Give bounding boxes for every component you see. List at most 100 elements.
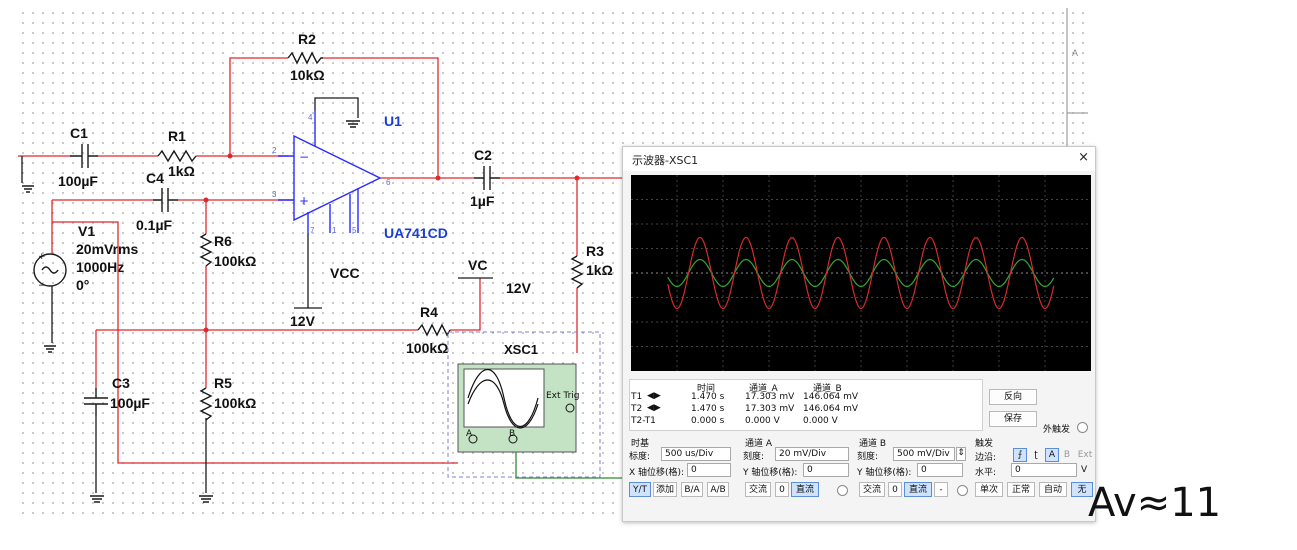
channel-a-dc-button[interactable]: 直流 xyxy=(791,482,819,497)
scope-grid xyxy=(631,175,1091,371)
resistor-r1[interactable] xyxy=(157,149,197,163)
arrows-icon[interactable]: ◀▶ xyxy=(647,403,661,413)
xsc1-ext-trig-label: Ext Trig xyxy=(546,391,580,401)
capacitor-c3[interactable] xyxy=(84,388,108,416)
vcc-name: VCC xyxy=(330,265,360,281)
pin-6: 6 xyxy=(386,178,391,187)
opamp-u1[interactable]: − + xyxy=(278,110,382,233)
trigger-level-input[interactable]: 0 xyxy=(1011,463,1077,477)
c3-name: C3 xyxy=(112,375,130,391)
channel-a-scale-input[interactable]: 20 mV/Div xyxy=(775,447,849,461)
trigger-source-a[interactable]: A xyxy=(1045,448,1059,462)
scope-screen[interactable] xyxy=(631,175,1091,371)
timebase-title: 时基 xyxy=(631,439,650,449)
oscilloscope-window[interactable]: 示波器-XSC1 × 时间 通道_A 通道_B T1 ◀▶ 1.470 s 17… xyxy=(622,146,1096,522)
mode-ab-button[interactable]: A/B xyxy=(707,482,729,497)
timebase-scale-input[interactable]: 500 us/Div xyxy=(661,447,731,461)
resistor-r5[interactable] xyxy=(199,387,213,421)
channel-a-title: 通道 A xyxy=(745,439,773,449)
readout-t2-label: T2 xyxy=(631,404,643,414)
rising-edge-icon[interactable]: ⨍ xyxy=(1013,448,1027,462)
c4-name: C4 xyxy=(146,170,164,186)
pin-4: 4 xyxy=(308,113,313,122)
mode-yt-button[interactable]: Y/T xyxy=(629,482,651,497)
capacitor-c1[interactable] xyxy=(70,144,98,168)
channel-b-scale-label: 刻度: xyxy=(857,452,879,462)
vc-value: 12V xyxy=(506,280,532,296)
r3-value: 1kΩ xyxy=(586,262,613,278)
resistor-r2[interactable] xyxy=(287,51,323,65)
reverse-button[interactable]: 反向 xyxy=(989,389,1037,405)
channel-b-ypos-input[interactable]: 0 xyxy=(917,463,963,477)
c3-value: 100µF xyxy=(110,395,150,411)
xsc1-instrument[interactable] xyxy=(457,363,577,453)
channel-a-zero-button[interactable]: 0 xyxy=(775,482,789,497)
trigger-normal-button[interactable]: 正常 xyxy=(1007,482,1035,497)
channel-b-minus-button[interactable]: - xyxy=(934,482,948,497)
r2-name: R2 xyxy=(298,31,316,47)
channel-b-ypos-label: Y 轴位移(格): xyxy=(857,468,912,478)
readout-t1-a: 17.303 mV xyxy=(745,392,795,402)
arrows-icon[interactable]: ◀▶ xyxy=(647,391,661,401)
xsc1-ch-b-label: B xyxy=(509,429,515,439)
r6-value: 100kΩ xyxy=(214,253,256,269)
r4-value: 100kΩ xyxy=(406,340,448,356)
trigger-single-button[interactable]: 单次 xyxy=(975,482,1003,497)
capacitor-c2[interactable] xyxy=(474,166,500,190)
trigger-auto-button[interactable]: 自动 xyxy=(1039,482,1067,497)
ext-trigger-label: 外触发 xyxy=(1043,425,1071,435)
readout-t2-time: 1.470 s xyxy=(691,404,725,414)
channel-b-radio[interactable] xyxy=(957,485,968,496)
channel-b-dc-button[interactable]: 直流 xyxy=(904,482,932,497)
readout-delta-time: 0.000 s xyxy=(691,416,725,426)
channel-a-trace xyxy=(667,258,1055,288)
channel-b-zero-button[interactable]: 0 xyxy=(888,482,902,497)
trigger-source-ext[interactable]: Ext xyxy=(1075,448,1095,462)
r3-name: R3 xyxy=(586,243,604,259)
channel-a-ac-button[interactable]: 交流 xyxy=(745,482,771,497)
save-button[interactable]: 保存 xyxy=(989,411,1037,427)
r5-value: 100kΩ xyxy=(214,395,256,411)
channel-a-radio[interactable] xyxy=(837,485,848,496)
resistor-r3[interactable] xyxy=(570,255,584,289)
trigger-level-label: 水平: xyxy=(975,468,997,478)
channel-a-scale-label: 刻度: xyxy=(743,452,765,462)
trigger-source-b[interactable]: B xyxy=(1061,448,1073,462)
timebase-xpos-input[interactable]: 0 xyxy=(687,463,731,477)
mode-add-button[interactable]: 添加 xyxy=(653,482,677,497)
xsc1-name: XSC1 xyxy=(504,342,538,357)
readout-delta-a: 0.000 V xyxy=(745,416,780,426)
spinner-icon[interactable]: ⇕ xyxy=(956,447,966,461)
c4-value: 0.1µF xyxy=(136,217,173,233)
sheet-border-label: A xyxy=(1072,48,1078,58)
timebase-xpos-label: X 轴位移(格): xyxy=(629,468,685,478)
readout-t1-time: 1.470 s xyxy=(691,392,725,402)
channel-a-ypos-input[interactable]: 0 xyxy=(803,463,849,477)
pin-3: 3 xyxy=(272,190,277,199)
timebase-scale-label: 标度: xyxy=(629,452,651,462)
readout-delta-label: T2-T1 xyxy=(631,416,656,426)
pin-1: 1 xyxy=(332,226,337,235)
ext-trigger-radio[interactable] xyxy=(1077,422,1088,433)
mode-ba-button[interactable]: B/A xyxy=(681,482,703,497)
close-icon[interactable]: × xyxy=(1078,150,1089,165)
resistor-r6[interactable] xyxy=(199,233,213,267)
v1-phase: 0° xyxy=(76,277,89,293)
c2-name: C2 xyxy=(474,147,492,163)
v1-amp: 20mVrms xyxy=(76,241,138,257)
falling-edge-icon[interactable]: ʈ xyxy=(1029,448,1043,462)
r2-value: 10kΩ xyxy=(290,67,325,83)
channel-b-ac-button[interactable]: 交流 xyxy=(859,482,885,497)
scope-titlebar[interactable]: 示波器-XSC1 × xyxy=(623,147,1095,171)
channel-b-scale-input[interactable]: 500 mV/Div xyxy=(893,447,955,461)
trigger-edge-label: 边沿: xyxy=(975,453,997,463)
r1-name: R1 xyxy=(168,128,186,144)
v1-source[interactable]: + − xyxy=(33,252,67,291)
capacitor-c4[interactable] xyxy=(153,188,178,212)
channel-b-trace xyxy=(667,236,1055,310)
c1-value: 100µF xyxy=(58,173,98,189)
resistor-r4[interactable] xyxy=(417,323,451,337)
readout-t1-b: 146.064 mV xyxy=(803,392,859,402)
trigger-title: 触发 xyxy=(975,439,994,449)
c2-value: 1µF xyxy=(470,193,495,209)
